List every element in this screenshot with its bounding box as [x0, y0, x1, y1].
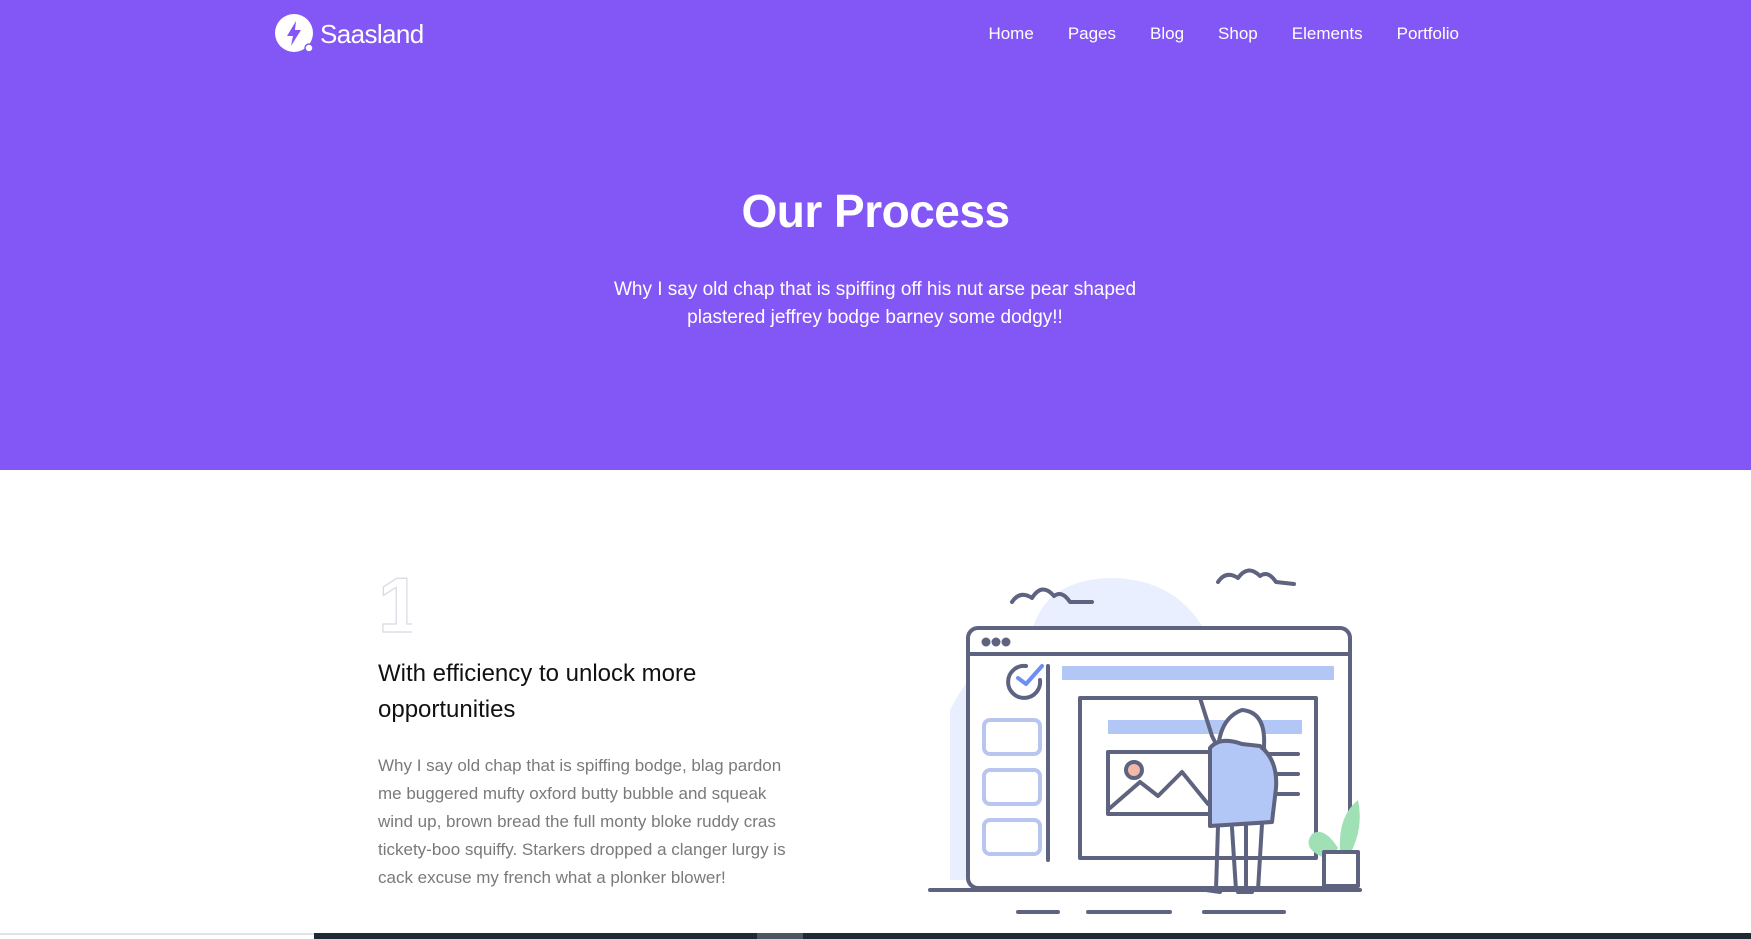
- step-title: With efficiency to unlock more opportuni…: [378, 660, 697, 723]
- nav-home[interactable]: Home: [988, 22, 1033, 46]
- nav-blog[interactable]: Blog: [1150, 22, 1184, 46]
- nav-shop[interactable]: Shop: [1218, 22, 1258, 46]
- bottom-scrollbar-thumb[interactable]: [757, 933, 803, 939]
- brand-logo[interactable]: Saasland: [274, 13, 424, 55]
- hero-section: Saasland Home Pages Blog Shop Elements P…: [0, 0, 1751, 470]
- step-description: Why I say old chap that is spiffing bodg…: [378, 756, 786, 887]
- process-page: Saasland Home Pages Blog Shop Elements P…: [0, 0, 1751, 939]
- navbar: Saasland Home Pages Blog Shop Elements P…: [0, 0, 1751, 70]
- nav-pages[interactable]: Pages: [1068, 22, 1116, 46]
- brand-name: Saasland: [320, 18, 424, 49]
- page-title: Our Process: [741, 185, 1010, 237]
- main-nav: Home Pages Blog Shop Elements Portfolio: [988, 22, 1459, 46]
- step-number-text: 1: [378, 566, 412, 636]
- page-subtitle: Why I say old chap that is spiffing off …: [613, 279, 1137, 328]
- nav-elements[interactable]: Elements: [1292, 22, 1363, 46]
- bottom-scrollbar-track[interactable]: [314, 933, 1751, 939]
- person-at-web-page-illustration: [928, 568, 1362, 914]
- nav-portfolio[interactable]: Portfolio: [1397, 22, 1459, 46]
- bottom-divider: [0, 933, 314, 935]
- step-number-outline: 1: [377, 566, 412, 636]
- lightning-logo-icon: [275, 14, 314, 53]
